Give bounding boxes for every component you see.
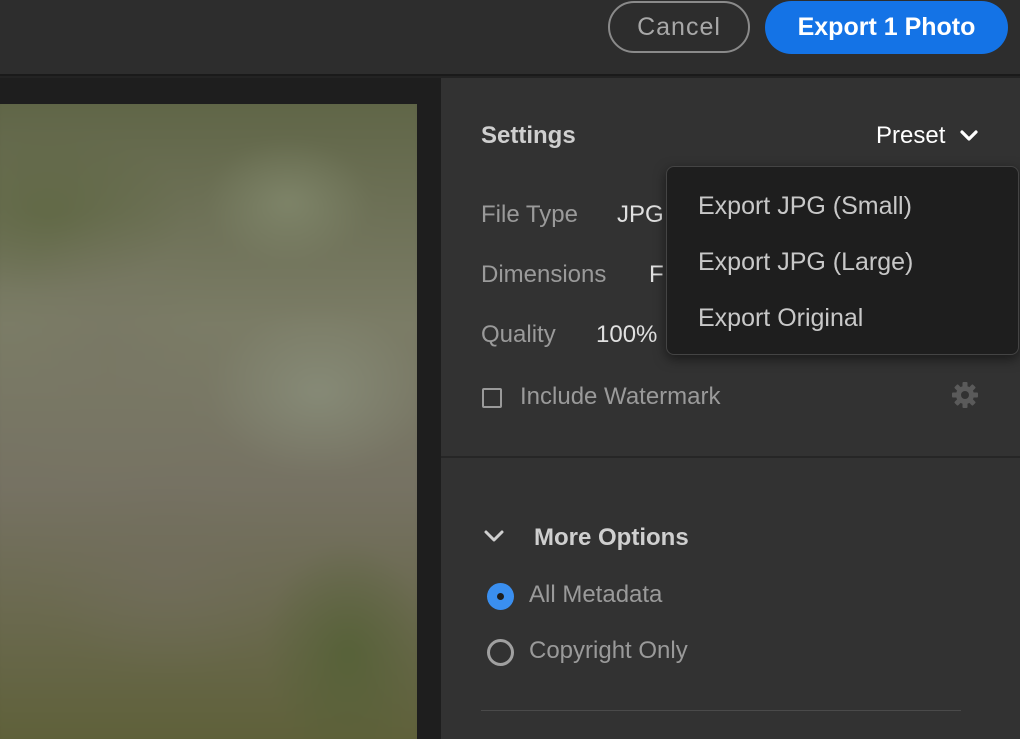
copyright-only-label[interactable]: Copyright Only [529,637,688,665]
quality-label: Quality [481,321,556,348]
divider [481,710,961,711]
top-bar: Cancel Export 1 Photo [0,0,1020,76]
section-divider [441,456,1020,458]
all-metadata-label[interactable]: All Metadata [529,581,662,609]
chevron-down-icon [960,130,978,141]
settings-title: Settings [481,122,576,149]
preset-label: Preset [876,122,946,149]
quality-value[interactable]: 100% [596,321,657,349]
menu-item-export-original[interactable]: Export Original [698,304,863,333]
preset-menu: Export JPG (Small) Export JPG (Large) Ex… [666,166,1019,355]
include-watermark-label[interactable]: Include Watermark [520,383,721,411]
copyright-only-radio[interactable] [487,639,514,666]
cancel-button[interactable]: Cancel [608,1,750,53]
menu-item-export-jpg-large[interactable]: Export JPG (Large) [698,248,913,277]
more-options-title[interactable]: More Options [534,524,689,552]
file-type-value[interactable]: JPG [617,201,664,229]
menu-item-export-jpg-small[interactable]: Export JPG (Small) [698,192,912,221]
preset-dropdown[interactable]: Preset [876,122,979,150]
dimensions-label: Dimensions [481,261,607,288]
photo-preview [0,104,417,739]
gear-icon[interactable] [950,380,980,410]
all-metadata-radio[interactable] [487,583,514,610]
dimensions-value[interactable]: F [649,261,664,289]
photo-image [0,104,417,739]
include-watermark-checkbox[interactable] [482,388,502,408]
file-type-label: File Type [481,201,578,228]
chevron-down-icon[interactable] [483,528,505,544]
export-photo-button[interactable]: Export 1 Photo [765,1,1008,54]
